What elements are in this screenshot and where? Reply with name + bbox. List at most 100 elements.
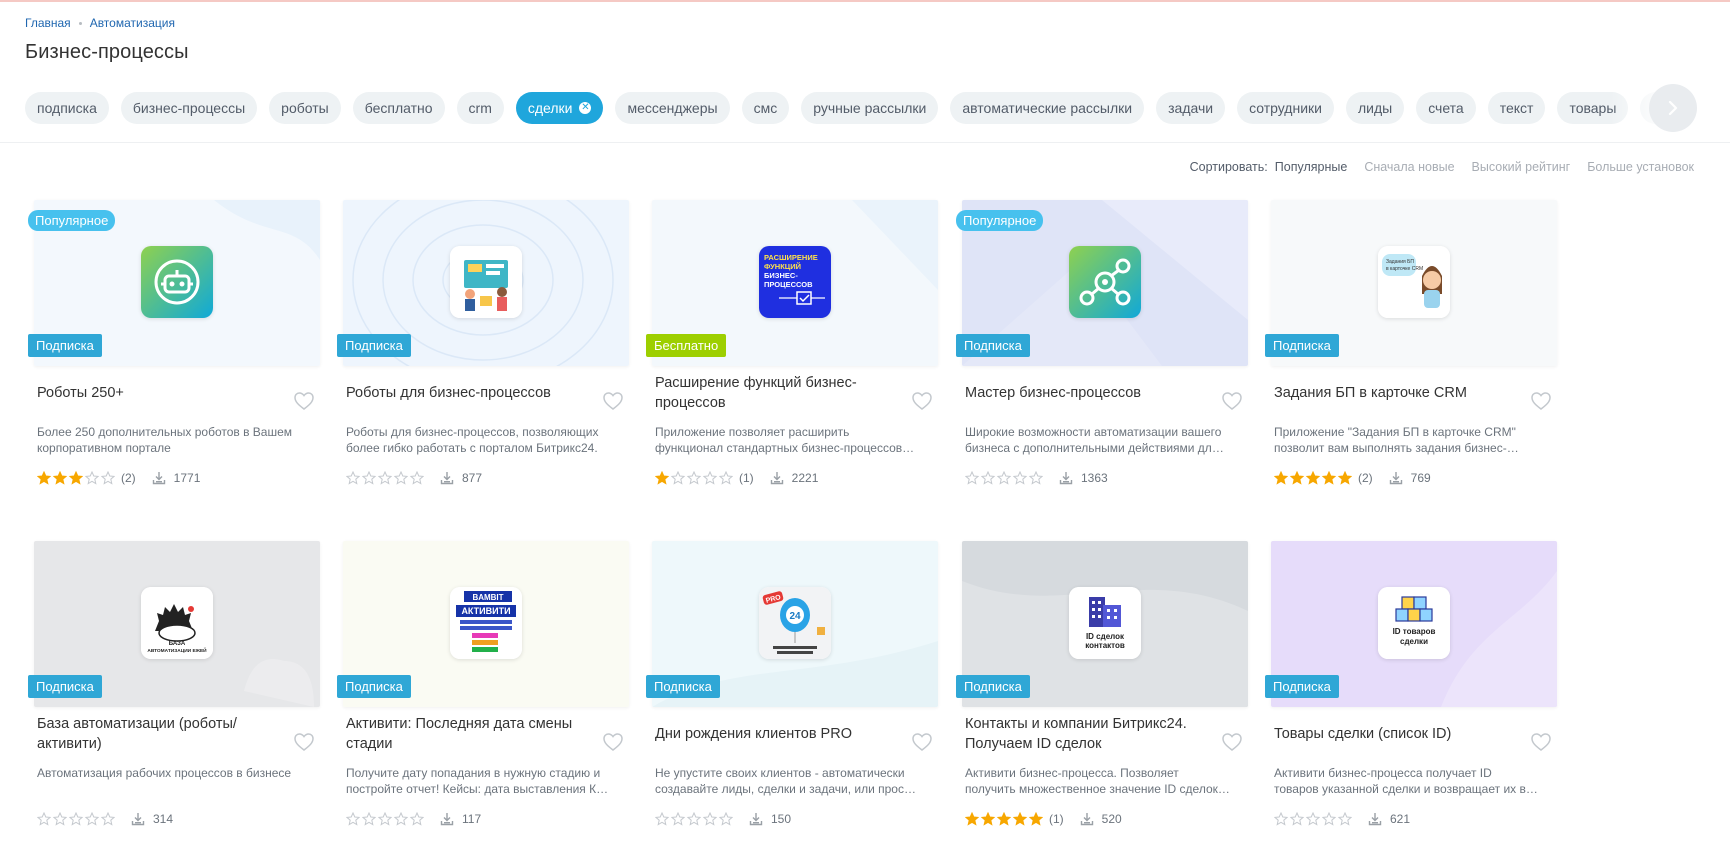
install-count: 314 xyxy=(131,812,173,826)
review-count: (1) xyxy=(739,471,754,485)
star-empty-icon xyxy=(85,812,99,826)
tag-filter[interactable]: автоматические рассылки xyxy=(950,92,1145,124)
heart-icon[interactable] xyxy=(1221,390,1243,412)
star-filled-icon xyxy=(37,471,51,485)
app-title-text: Расширение функций бизнес-процессов xyxy=(655,375,857,411)
app-card[interactable]: РАСШИРЕНИЕ ФУНКЦИЙ БИЗНЕС- ПРОЦЕССОВ Бесплат… xyxy=(643,200,938,510)
workflow-gear-icon xyxy=(1069,246,1141,318)
tag-filter[interactable]: смс xyxy=(741,92,790,124)
sort-most-installed[interactable]: Больше установок xyxy=(1587,160,1694,174)
app-description: Приложение "Задания БП в карточке CRM" п… xyxy=(1274,424,1539,458)
svg-text:РАСШИРЕНИЕ: РАСШИРЕНИЕ xyxy=(764,253,818,262)
heart-icon[interactable] xyxy=(602,390,624,412)
app-title-text: Мастер бизнес-процессов xyxy=(965,385,1142,401)
app-card[interactable]: Популярное Подписка Мастер бизнес-процессо… xyxy=(953,200,1248,510)
tags-scroll-next-button[interactable] xyxy=(1649,84,1697,132)
svg-text:24: 24 xyxy=(789,611,801,622)
subscription-badge: Подписка xyxy=(1265,675,1339,698)
tag-remove-icon[interactable]: ✕ xyxy=(579,102,592,114)
blue-poster-icon: РАСШИРЕНИЕ ФУНКЦИЙ БИЗНЕС- ПРОЦЕССОВ xyxy=(759,246,831,318)
app-title[interactable]: Мастер бизнес-процессов xyxy=(965,370,1205,416)
star-empty-icon xyxy=(378,812,392,826)
tag-filter[interactable]: подписка xyxy=(25,92,109,124)
app-title[interactable]: Роботы 250+ xyxy=(37,370,277,416)
app-meta: (1) 2221 xyxy=(655,470,818,486)
tag-filter[interactable]: сотрудники xyxy=(1237,92,1334,124)
heart-icon[interactable] xyxy=(602,731,624,753)
sort-top-rated[interactable]: Высокий рейтинг xyxy=(1472,160,1571,174)
team-board-icon xyxy=(450,246,522,318)
star-empty-icon xyxy=(346,471,360,485)
app-card[interactable]: BAMBIT АКТИВИТИ Подписка Активити: Последня… xyxy=(334,541,629,851)
tag-filter[interactable]: счета xyxy=(1416,92,1476,124)
star-filled-icon xyxy=(997,812,1011,826)
star-filled-icon xyxy=(1013,812,1027,826)
app-card[interactable]: Популярное Подписка Роботы 250+ Более 250 д… xyxy=(25,200,320,510)
heart-icon[interactable] xyxy=(911,390,933,412)
install-count: 117 xyxy=(440,812,481,826)
star-empty-icon xyxy=(101,812,115,826)
app-title[interactable]: Дни рождения клиентов PRO xyxy=(655,711,895,757)
tag-filter[interactable]: задачи xyxy=(1156,92,1226,124)
app-title[interactable]: Активити: Последняя дата смены стадии xyxy=(346,711,586,757)
download-icon xyxy=(152,472,165,485)
app-card[interactable]: Задания БП в карточке CRM Подписка Задания … xyxy=(1262,200,1557,510)
star-filled-icon xyxy=(1274,471,1288,485)
tag-filter[interactable]: бизнес-процессы xyxy=(120,92,258,124)
app-description: Автоматизация рабочих процессов в бизнес… xyxy=(37,765,302,799)
app-title[interactable]: Товары сделки (список ID) xyxy=(1274,711,1514,757)
subscription-badge: Подписка xyxy=(646,675,720,698)
tag-filter[interactable]: текст xyxy=(1487,92,1546,124)
tag-filter[interactable]: лиды xyxy=(1345,92,1405,124)
tag-filter[interactable]: бесплатно xyxy=(352,92,445,124)
review-count: (2) xyxy=(121,471,136,485)
app-meta: 1363 xyxy=(965,470,1108,486)
svg-text:ID сделок: ID сделок xyxy=(1086,632,1125,641)
app-card[interactable]: 24 PRO Подписка Дни рождения клиентов PRO Не… xyxy=(643,541,938,851)
svg-text:ФУНКЦИЙ: ФУНКЦИЙ xyxy=(764,262,801,271)
app-description-text: Более 250 дополнительных роботов в Вашем… xyxy=(37,425,293,455)
app-card[interactable]: БАЗА АВТОМАТИЗАЦИИ ЕЖЕЙ Подписка База автом… xyxy=(25,541,320,851)
sort-newest[interactable]: Сначала новые xyxy=(1364,160,1454,174)
tag-filter[interactable]: роботы xyxy=(269,92,341,124)
app-card[interactable]: Подписка Роботы для бизнес-процессов Робот… xyxy=(334,200,629,510)
install-count-value: 1363 xyxy=(1081,471,1108,485)
star-filled-icon xyxy=(1306,471,1320,485)
tag-label: подписка xyxy=(37,100,97,116)
app-title[interactable]: Задания БП в карточке CRM xyxy=(1274,370,1514,416)
app-title[interactable]: Роботы для бизнес-процессов xyxy=(346,370,586,416)
tag-filter[interactable]: ручные рассылки xyxy=(801,92,939,124)
breadcrumb-home[interactable]: Главная xyxy=(25,16,71,30)
star-empty-icon xyxy=(1029,471,1043,485)
tag-label: роботы xyxy=(281,100,329,116)
heart-icon[interactable] xyxy=(911,731,933,753)
tag-filter[interactable]: crm xyxy=(456,92,504,124)
heart-icon[interactable] xyxy=(1530,731,1552,753)
app-title[interactable]: Контакты и компании Битрикс24. Получаем … xyxy=(965,711,1205,757)
heart-icon[interactable] xyxy=(293,390,315,412)
subscription-badge: Подписка xyxy=(956,334,1030,357)
rating-stars xyxy=(1274,471,1352,485)
robot-icon xyxy=(141,246,213,318)
heart-icon[interactable] xyxy=(1221,731,1243,753)
star-empty-icon xyxy=(997,471,1011,485)
app-card[interactable]: ID сделок контактов Подписка Контакты и ком… xyxy=(953,541,1248,851)
app-title[interactable]: Расширение функций бизнес-процессов xyxy=(655,370,895,416)
app-card[interactable]: ID товаров сделки Подписка Товары сделки (с… xyxy=(1262,541,1557,851)
breadcrumb-automation[interactable]: Автоматизация xyxy=(90,16,175,30)
app-description-text: Роботы для бизнес-процессов, позволяющих… xyxy=(346,425,599,455)
star-empty-icon xyxy=(687,471,701,485)
sort-popular[interactable]: Популярные xyxy=(1275,160,1348,174)
star-empty-icon xyxy=(69,812,83,826)
tag-filter[interactable]: сделки ✕ xyxy=(515,92,604,124)
heart-icon[interactable] xyxy=(293,731,315,753)
tag-filter[interactable]: мессенджеры xyxy=(615,92,730,124)
app-title[interactable]: База автоматизации (роботы/активити) xyxy=(37,711,277,757)
tag-label: сделки xyxy=(527,100,573,116)
star-empty-icon xyxy=(410,471,424,485)
star-filled-icon xyxy=(1322,471,1336,485)
install-count: 2221 xyxy=(770,471,818,485)
install-count: 150 xyxy=(749,812,791,826)
heart-icon[interactable] xyxy=(1530,390,1552,412)
free-badge: Бесплатно xyxy=(646,334,727,357)
